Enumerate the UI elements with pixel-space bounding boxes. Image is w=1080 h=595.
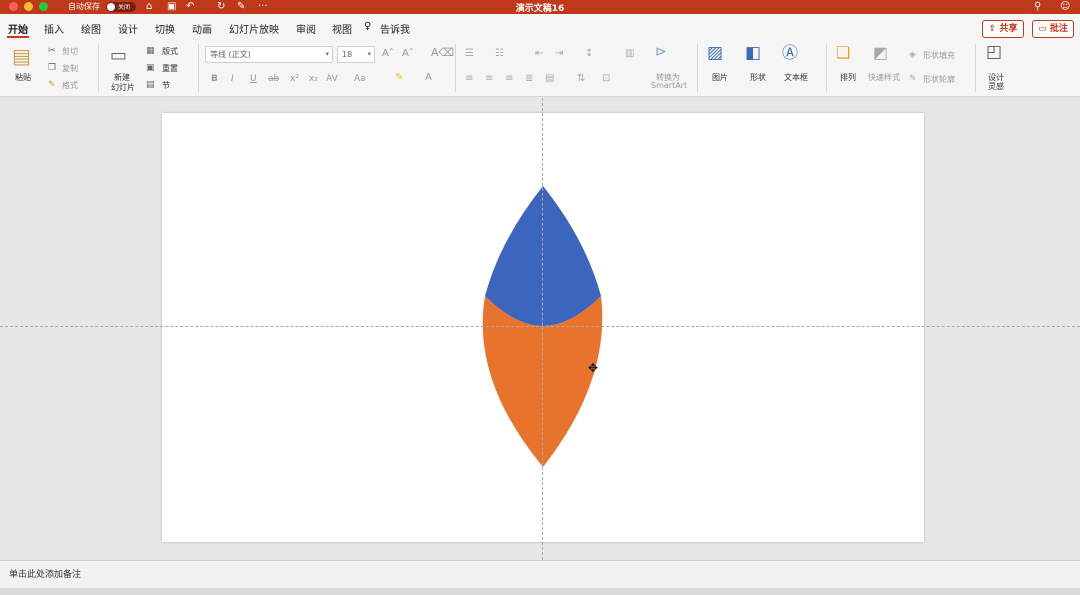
- blue-arc-shape[interactable]: [485, 186, 601, 326]
- shape-layer: [482, 186, 603, 467]
- horizontal-guide[interactable]: [0, 326, 1080, 327]
- status-bar: [0, 588, 1080, 595]
- notes-placeholder[interactable]: 单击此处添加备注: [9, 567, 81, 580]
- vertical-guide[interactable]: [542, 98, 543, 560]
- move-cursor-icon: ✥: [588, 361, 599, 375]
- notes-pane[interactable]: 单击此处添加备注: [0, 560, 1080, 588]
